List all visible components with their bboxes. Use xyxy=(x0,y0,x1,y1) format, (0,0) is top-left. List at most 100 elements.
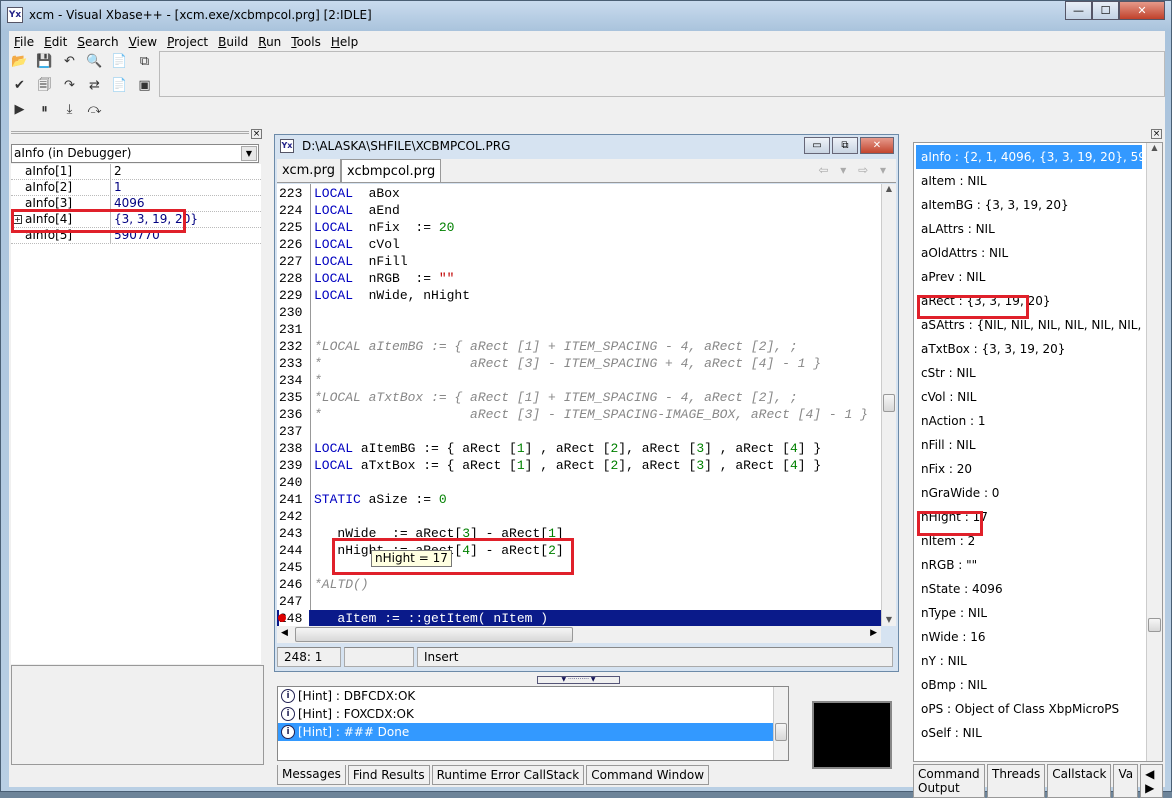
panel-grip[interactable] xyxy=(11,131,249,139)
replace-icon[interactable]: ⇄ xyxy=(86,77,103,94)
undo-icon[interactable]: ↶ xyxy=(61,53,78,70)
variable-item[interactable]: aOldAttrs : NIL xyxy=(916,241,1142,265)
variable-item[interactable]: aItem : NIL xyxy=(916,169,1142,193)
scroll-thumb[interactable] xyxy=(295,627,573,642)
chevron-down-icon[interactable]: ▼ xyxy=(241,146,257,161)
variable-item[interactable]: cStr : NIL xyxy=(916,361,1142,385)
tab-xcbmpcol-prg[interactable]: xcbmpcol.prg xyxy=(341,159,442,182)
variable-item[interactable]: nAction : 1 xyxy=(916,409,1142,433)
line-number: 237 xyxy=(279,424,303,439)
tab-command-output[interactable]: Command Output xyxy=(913,764,985,798)
maximize-button[interactable]: ☐ xyxy=(1092,1,1119,20)
variable-item[interactable]: aPrev : NIL xyxy=(916,265,1142,289)
find-icon[interactable]: 🔍 xyxy=(86,53,103,70)
toolbar-area xyxy=(159,51,1165,97)
editor-vertical-scrollbar[interactable]: ▲ ▼ xyxy=(881,184,896,626)
variable-item[interactable]: nY : NIL xyxy=(916,649,1142,673)
editor-restore-button[interactable]: ⧉ xyxy=(832,137,858,154)
run-debug-icon[interactable]: ▶ xyxy=(11,101,28,118)
tab-messages[interactable]: Messages xyxy=(277,765,346,785)
close-button[interactable]: ✕ xyxy=(1119,1,1165,20)
variable-item[interactable]: cVol : NIL xyxy=(916,385,1142,409)
menu-search[interactable]: Search xyxy=(72,33,123,53)
menu-run[interactable]: Run xyxy=(253,33,286,53)
variable-item[interactable]: nType : NIL xyxy=(916,601,1142,625)
editor-minimize-button[interactable]: ▭ xyxy=(804,137,830,154)
scroll-thumb[interactable] xyxy=(883,394,895,412)
step-over-icon[interactable]: ⤼ xyxy=(86,101,103,118)
variable-item[interactable]: nWide : 16 xyxy=(916,625,1142,649)
close-icon[interactable]: × xyxy=(251,129,262,139)
variable-item[interactable]: nRGB : "" xyxy=(916,553,1142,577)
scroll-thumb[interactable] xyxy=(1148,618,1161,632)
variable-item[interactable]: oPS : Object of Class XbpMicroPS xyxy=(916,697,1142,721)
code-token: aEnd xyxy=(353,203,400,218)
redo-icon[interactable]: ↷ xyxy=(61,77,78,94)
breakpoint-icon[interactable] xyxy=(278,614,286,622)
window-icon[interactable]: ▣ xyxy=(136,77,153,94)
variables-list[interactable]: aInfo : {2, 1, 4096, {3, 3, 19, 20}, 590… xyxy=(916,145,1142,765)
tab-find-results[interactable]: Find Results xyxy=(347,765,430,785)
minimize-button[interactable]: — xyxy=(1065,1,1092,20)
code-line: 231 xyxy=(277,321,881,338)
code-line: 223 LOCAL aBox xyxy=(277,185,881,202)
client-area: File Edit Search View Project Build Run Tools He… xyxy=(9,31,1165,798)
pause-icon[interactable]: ⏸ xyxy=(36,101,53,118)
tab-threads[interactable]: Threads xyxy=(986,764,1046,798)
tab-xcm-prg[interactable]: xcm.prg xyxy=(277,159,342,182)
variable-item[interactable]: nState : 4096 xyxy=(916,577,1142,601)
menu-file[interactable]: File xyxy=(9,33,39,53)
message-item[interactable]: i [Hint] : DBFCDX:OK xyxy=(278,687,788,705)
menu-project[interactable]: Project xyxy=(162,33,213,53)
check-icon[interactable]: ✔ xyxy=(11,77,28,94)
tab-command-window[interactable]: Command Window xyxy=(586,765,710,785)
tab-callstack[interactable]: Callstack xyxy=(1047,764,1112,798)
variable-item[interactable]: oSelf : NIL xyxy=(916,721,1142,745)
tab-runtime-error-callstack[interactable]: Runtime Error CallStack xyxy=(431,765,585,785)
scroll-thumb[interactable] xyxy=(775,723,787,741)
editor-horizontal-scrollbar[interactable]: ◀ ▶ xyxy=(277,626,881,643)
save-icon[interactable]: 💾 xyxy=(36,53,53,70)
variable-item[interactable]: aLAttrs : NIL xyxy=(916,217,1142,241)
close-icon[interactable]: × xyxy=(1151,129,1162,139)
code-token: *ALTD() xyxy=(314,577,369,592)
save-all-icon[interactable]: 🗐 xyxy=(36,77,53,94)
menu-edit[interactable]: Edit xyxy=(39,33,72,53)
splitter-handle[interactable]: ▼ ··········· ▼ xyxy=(537,676,620,684)
menu-help[interactable]: Help xyxy=(326,33,363,53)
watch-combo[interactable]: aInfo (in Debugger) ▼ xyxy=(11,144,259,163)
remove-file-icon[interactable]: 📄 xyxy=(111,77,128,94)
variable-item[interactable]: nFill : NIL xyxy=(916,433,1142,457)
step-into-icon[interactable]: ⤓ xyxy=(61,101,78,118)
line-number: 225 xyxy=(279,220,303,235)
watch-row[interactable]: aInfo[2] 1 xyxy=(11,180,261,196)
add-file-icon[interactable]: 📄 xyxy=(111,53,128,70)
variable-item[interactable]: aItemBG : {3, 3, 19, 20} xyxy=(916,193,1142,217)
editor-close-button[interactable]: ✕ xyxy=(860,137,894,154)
variable-item[interactable]: aInfo : {2, 1, 4096, {3, 3, 19, 20}, 590… xyxy=(916,145,1142,169)
tab-scroll-arrows[interactable]: ◀ ▶ xyxy=(1140,764,1163,798)
variable-item[interactable]: nFix : 20 xyxy=(916,457,1142,481)
menu-tools[interactable]: Tools xyxy=(286,33,326,53)
code-text: * aRect [3] - ITEM_SPACING + 4, aRect [4… xyxy=(314,355,821,372)
menu-build[interactable]: Build xyxy=(213,33,253,53)
code-line: 229 LOCAL nWide, nHight xyxy=(277,287,881,304)
messages-scrollbar[interactable] xyxy=(773,687,788,760)
messages-list[interactable]: i [Hint] : DBFCDX:OK i [Hint] : FOXCDX:OK i[… xyxy=(277,686,789,761)
code-text: *LOCAL aItemBG := { aRect [1] + ITEM_SPA… xyxy=(314,338,798,355)
project-icon[interactable]: ⧉ xyxy=(136,53,153,70)
navigation-arrows[interactable]: ⇦ ▾ ⇨ ▾ xyxy=(818,163,890,177)
line-number: 245 xyxy=(279,560,303,575)
variable-item[interactable]: aTxtBox : {3, 3, 19, 20} xyxy=(916,337,1142,361)
code-line: 227 LOCAL nFill xyxy=(277,253,881,270)
variable-item[interactable]: nGraWide : 0 xyxy=(916,481,1142,505)
line-number: 241 xyxy=(279,492,303,507)
variable-item[interactable]: oBmp : NIL xyxy=(916,673,1142,697)
menu-view[interactable]: View xyxy=(124,33,162,53)
open-folder-icon[interactable]: 📂 xyxy=(11,53,28,70)
tab-va[interactable]: Va xyxy=(1113,764,1139,798)
message-item[interactable]: i [Hint] : ### Done xyxy=(278,723,788,741)
message-item[interactable]: i [Hint] : FOXCDX:OK xyxy=(278,705,788,723)
watch-row[interactable]: aInfo[1] 2 xyxy=(11,164,261,180)
variables-scrollbar[interactable]: ▲ xyxy=(1146,143,1162,761)
